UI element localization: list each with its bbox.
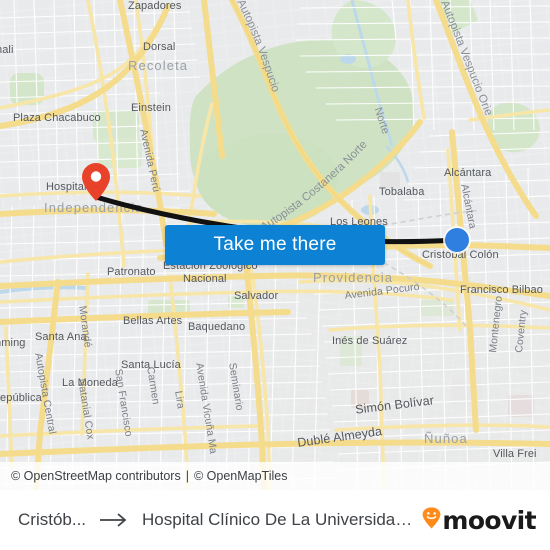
trip-footer-bar: Cristób... Hospital Clínico De La Univer… (0, 490, 550, 550)
moovit-wordmark: moovit (442, 505, 536, 535)
arrow-right-icon (99, 512, 129, 528)
map-attribution: © OpenStreetMap contributors | © OpenMap… (0, 462, 550, 490)
moovit-logo[interactable]: moovit (422, 505, 537, 535)
map-canvas[interactable]: Autopista Vespucio Oriente Autopista Ves… (0, 0, 550, 490)
take-me-there-button[interactable]: Take me there (165, 225, 385, 265)
destination-marker-dot[interactable] (445, 228, 469, 252)
attribution-separator: | (185, 469, 189, 483)
origin-marker-pin[interactable] (82, 163, 110, 201)
trip-summary: Cristób... Hospital Clínico De La Univer… (18, 510, 412, 530)
moovit-drop-icon (422, 506, 441, 534)
trip-destination-label[interactable]: Hospital Clínico De La Universidad De C.… (142, 510, 412, 530)
moovit-trip-map-screen: Autopista Vespucio Oriente Autopista Ves… (0, 0, 550, 550)
attribution-osm[interactable]: © OpenStreetMap contributors (11, 469, 181, 483)
attribution-openmaptiles[interactable]: © OpenMapTiles (194, 469, 288, 483)
trip-origin-label[interactable]: Cristób... (18, 510, 86, 530)
